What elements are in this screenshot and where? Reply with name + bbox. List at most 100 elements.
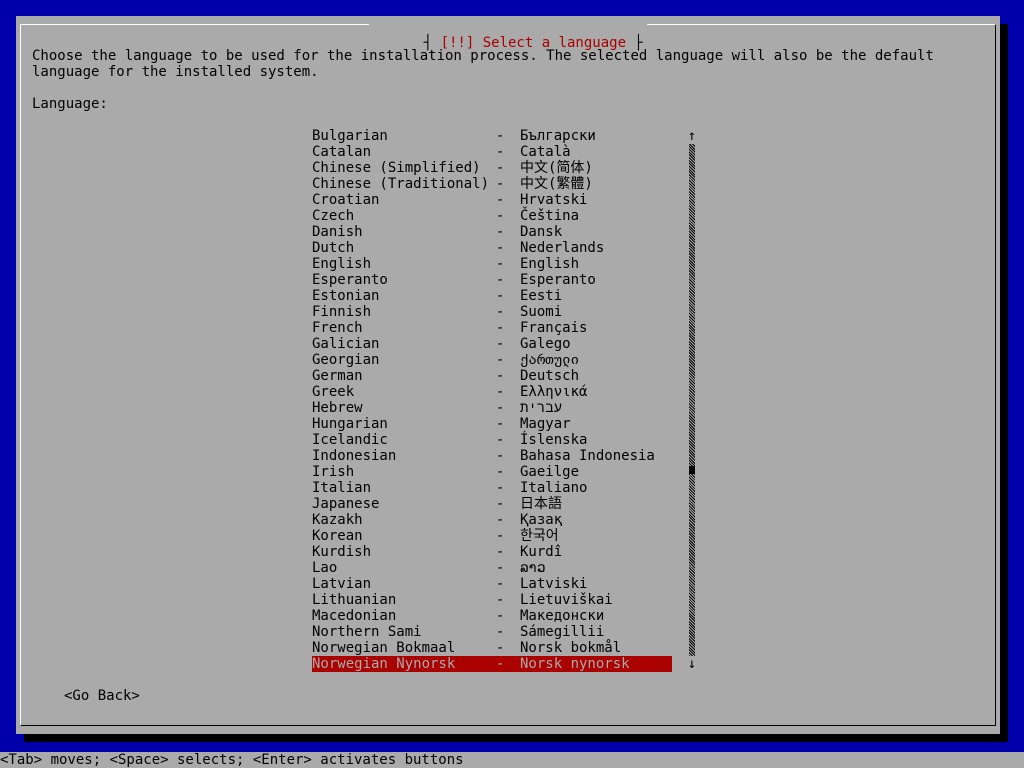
scroll-down-arrow-icon[interactable]: ↓ [686,656,698,672]
language-native-name: Nederlands [520,240,605,256]
language-separator: - [496,640,505,656]
language-native-name: Latviski [520,576,588,592]
language-native-name: 中文(繁體) [520,176,593,192]
language-option[interactable]: Georgian - ქართული [312,352,672,368]
language-native-name: Български [520,128,596,144]
language-separator: - [496,368,505,384]
language-native-name: 日本語 [520,496,562,512]
language-separator: - [496,480,505,496]
language-option[interactable]: Northern Sami - Sámegillii [312,624,672,640]
language-separator: - [496,656,505,672]
language-native-name: 한국어 [520,528,559,544]
language-native-name: 中文(简体) [520,160,593,176]
language-english-name: Lao [312,560,338,576]
language-option[interactable]: Catalan - Català [312,144,672,160]
language-native-name: Македонски [520,608,605,624]
language-option[interactable]: Kazakh - Қазақ [312,512,672,528]
language-english-name: Japanese [312,496,380,512]
language-english-name: Hebrew [312,400,363,416]
language-option[interactable]: English - English [312,256,672,272]
language-native-name: Suomi [520,304,563,320]
language-english-name: Chinese (Traditional) [312,176,490,192]
language-native-name: Kurdî [520,544,563,560]
language-native-name: Hrvatski [520,192,588,208]
language-english-name: Danish [312,224,363,240]
language-option[interactable]: Estonian - Eesti [312,288,672,304]
language-option[interactable]: Lao - ລາວ [312,560,672,576]
language-option[interactable]: Chinese (Traditional) - 中文(繁體) [312,176,672,192]
scroll-thumb[interactable] [689,466,695,474]
language-option[interactable]: Greek - Ελληνικά [312,384,672,400]
language-separator: - [496,384,505,400]
language-separator: - [496,320,505,336]
language-option[interactable]: French - Français [312,320,672,336]
language-list-scrollbar[interactable]: ↑ ↓ [686,128,698,672]
language-option[interactable]: Croatian - Hrvatski [312,192,672,208]
language-option[interactable]: Italian - Italiano [312,480,672,496]
language-separator: - [496,576,505,592]
language-english-name: Georgian [312,352,380,368]
language-separator: - [496,176,505,192]
scroll-track[interactable] [689,144,695,656]
language-native-name: ລາວ [520,560,546,576]
language-separator: - [496,400,505,416]
language-separator: - [496,160,505,176]
language-native-name: עברית [520,400,563,416]
language-option[interactable]: Hungarian - Magyar [312,416,672,432]
language-separator: - [496,208,505,224]
language-english-name: Icelandic [312,432,388,448]
language-separator: - [496,464,505,480]
language-separator: - [496,336,505,352]
language-option[interactable]: Czech - Čeština [312,208,672,224]
language-native-name: Eesti [520,288,563,304]
language-option[interactable]: Indonesian - Bahasa Indonesia [312,448,672,464]
language-separator: - [496,624,505,640]
language-english-name: Italian [312,480,372,496]
language-native-name: Italiano [520,480,588,496]
language-option[interactable]: Kurdish - Kurdî [312,544,672,560]
language-english-name: Galician [312,336,380,352]
language-option[interactable]: Norwegian Bokmaal - Norsk bokmål [312,640,672,656]
language-separator: - [496,128,505,144]
language-option[interactable]: Esperanto - Esperanto [312,272,672,288]
language-english-name: Bulgarian [312,128,388,144]
language-option[interactable]: Macedonian - Македонски [312,608,672,624]
language-separator: - [496,448,505,464]
scroll-up-arrow-icon[interactable]: ↑ [686,128,698,144]
language-option[interactable]: German - Deutsch [312,368,672,384]
language-english-name: Kurdish [312,544,372,560]
language-english-name: Catalan [312,144,372,160]
language-english-name: Lithuanian [312,592,397,608]
go-back-button[interactable]: <Go Back> [64,688,140,704]
status-bar: <Tab> moves; <Space> selects; <Enter> ac… [0,752,1024,768]
language-option-selected[interactable]: Norwegian Nynorsk - Norsk nynorsk [312,656,672,672]
language-option[interactable]: Finnish - Suomi [312,304,672,320]
language-english-name: Latvian [312,576,372,592]
language-option[interactable]: Dutch - Nederlands [312,240,672,256]
language-separator: - [496,224,505,240]
language-native-name: Gaeilge [520,464,580,480]
language-native-name: Galego [520,336,571,352]
language-list[interactable]: Bulgarian - Български Catalan - Català Chinese… [312,128,672,672]
language-english-name: Chinese (Simplified) [312,160,481,176]
language-option[interactable]: Bulgarian - Български [312,128,672,144]
language-option[interactable]: Irish - Gaeilge [312,464,672,480]
language-separator: - [496,256,505,272]
language-option[interactable]: Chinese (Simplified) - 中文(简体) [312,160,672,176]
language-english-name: Kazakh [312,512,363,528]
language-option[interactable]: Icelandic - Íslenska [312,432,672,448]
language-native-name: Bahasa Indonesia [520,448,655,464]
language-native-name: English [520,256,580,272]
language-english-name: Norwegian Nynorsk [312,656,456,672]
language-separator: - [496,432,505,448]
language-option[interactable]: Lithuanian - Lietuviškai [312,592,672,608]
language-option[interactable]: Hebrew - עברית [312,400,672,416]
dialog-description: Choose the language to be used for the i… [32,48,934,80]
language-option[interactable]: Korean - 한국어 [312,528,672,544]
language-option[interactable]: Danish - Dansk [312,224,672,240]
language-native-name: Dansk [520,224,563,240]
language-native-name: Ελληνικά [520,384,588,400]
language-option[interactable]: Japanese - 日本語 [312,496,672,512]
language-option[interactable]: Galician - Galego [312,336,672,352]
language-option[interactable]: Latvian - Latviski [312,576,672,592]
